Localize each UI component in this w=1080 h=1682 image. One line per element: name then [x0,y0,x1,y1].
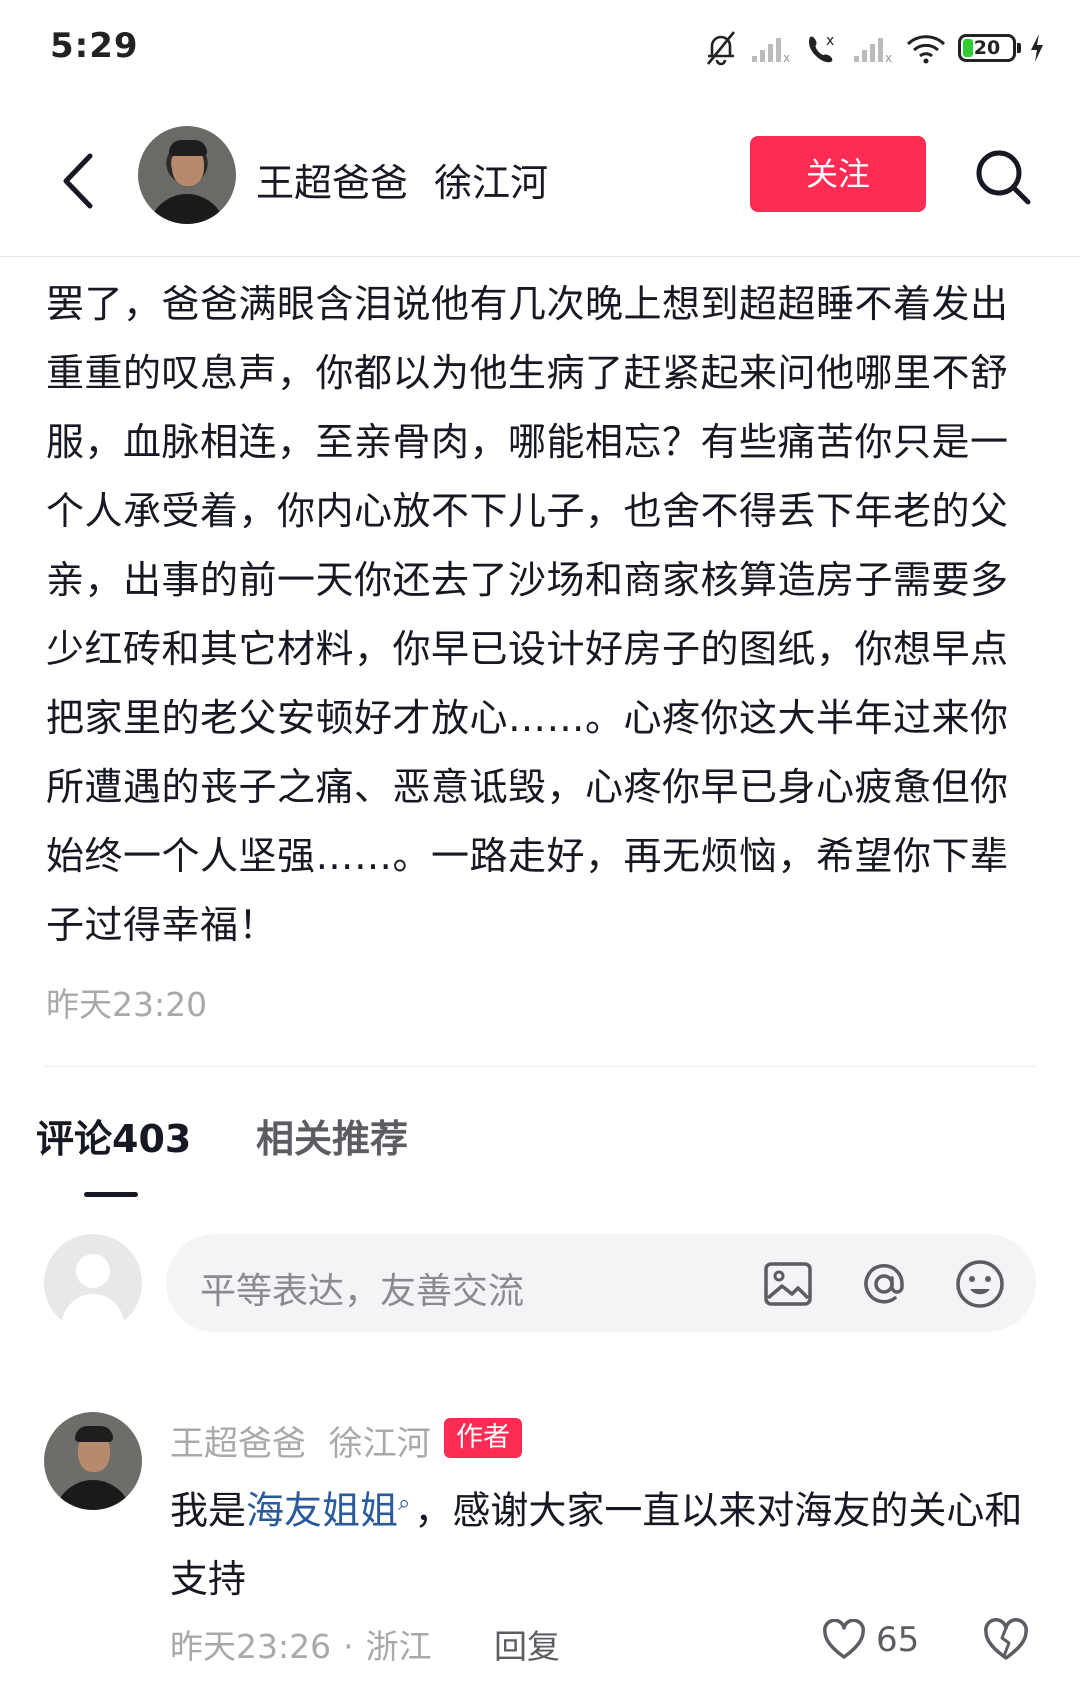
dislike-broken-heart-icon[interactable] [982,1616,1030,1664]
user-avatar[interactable] [44,1234,142,1332]
reply-button[interactable]: 回复 [494,1620,560,1668]
comment-location: 浙江 [365,1627,432,1666]
svg-text:x: x [826,33,834,49]
like-count: 65 [876,1620,920,1660]
commenter-avatar[interactable] [44,1412,142,1510]
signal-1-icon: x [752,38,790,64]
author-avatar[interactable] [138,126,236,224]
post-timestamp: 昨天23:20 [46,985,208,1024]
tab-related[interactable]: 相关推荐 [256,1108,408,1163]
divider [44,1066,1036,1067]
tab-comments[interactable]: 评论403 [36,1108,191,1163]
emoji-icon[interactable] [952,1256,1008,1312]
mute-bell-icon [706,31,736,66]
comment-meta: 昨天23:26 · 浙江 [170,1620,432,1668]
comment-text: 我是海友姐姐⌕ ，感谢大家一直以来对海友的关心和支持 [170,1470,1030,1613]
like-button[interactable]: 65 [822,1614,919,1666]
heart-icon [823,1619,865,1659]
author-badge: 作者 [444,1418,522,1458]
post-text: 罢了，爸爸满眼含泪说他有几次晚上想到超超睡不着发出重重的叹息声，你都以为他生病了… [46,282,1009,947]
comment-input-placeholder[interactable]: 平等表达，友善交流 [200,1262,524,1314]
status-icons: x x x 20 [704,28,1046,68]
call-icon: x [808,33,834,63]
charging-icon [1031,34,1043,62]
commenter-name[interactable]: 王超爸爸 徐江河 [170,1416,431,1465]
signal-2-icon: x [854,38,892,64]
search-icon[interactable] [972,146,1036,210]
wifi-icon [906,35,946,64]
comment-text-before: 我是 [170,1488,247,1533]
tab-active-indicator [84,1192,138,1197]
profile-header: 王超爸爸 徐江河 关注 [0,108,1080,257]
svg-text:x: x [885,51,892,64]
battery-icon: 20 [958,34,1021,62]
follow-button[interactable]: 关注 [750,136,926,212]
image-icon[interactable] [760,1256,816,1312]
status-bar: 5:29 x x x 20 [0,0,1080,96]
comment-timestamp: 昨天23:26 [170,1627,332,1666]
mention-search-icon[interactable]: ⌕ [398,1491,410,1516]
author-name[interactable]: 王超爸爸 徐江河 [256,152,548,207]
back-arrow-icon[interactable] [50,146,110,216]
comment-input[interactable]: 平等表达，友善交流 [166,1234,1036,1332]
meta-separator: · [343,1627,354,1666]
status-time: 5:29 [50,26,139,66]
mention-link[interactable]: 海友姐姐 [246,1489,398,1533]
mention-at-icon[interactable] [856,1256,912,1312]
svg-text:x: x [783,51,790,64]
